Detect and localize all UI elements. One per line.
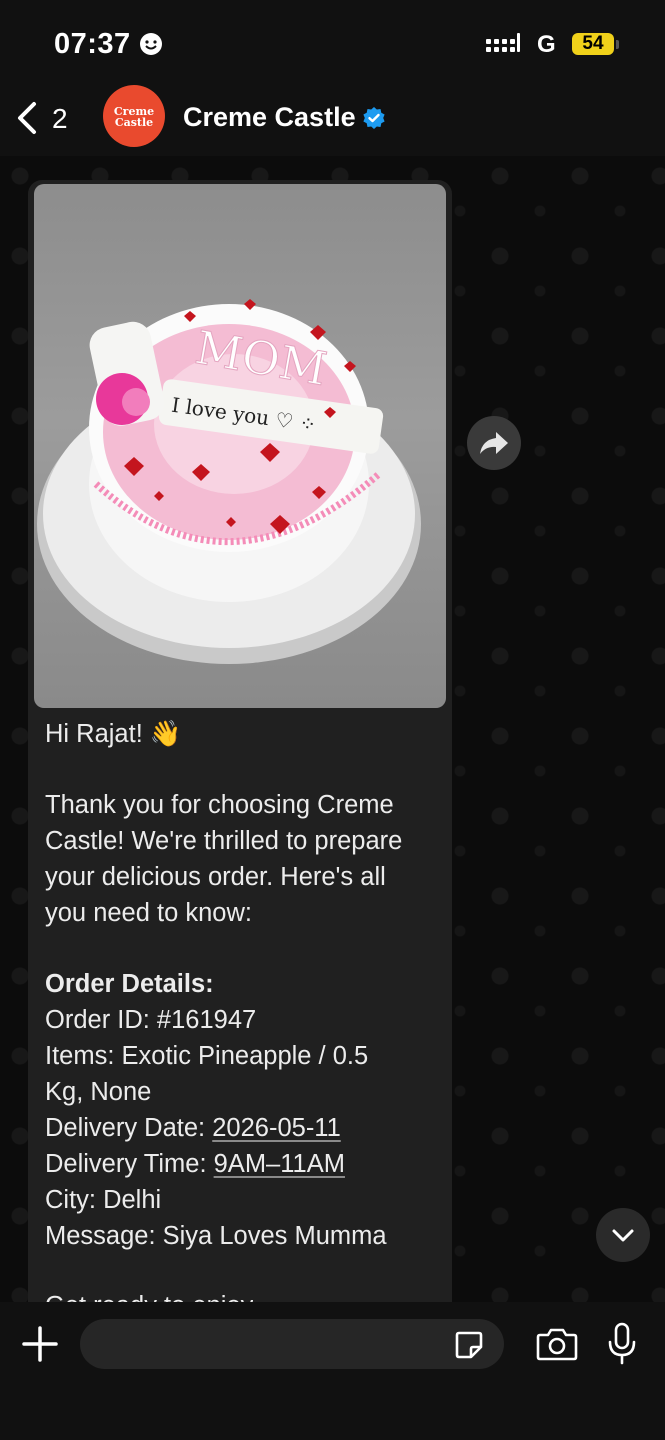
sticker-icon	[455, 1331, 483, 1359]
cake-photo[interactable]: MOM I love you ♡ ⁘	[34, 184, 446, 708]
plus-icon	[22, 1326, 58, 1362]
delivery-date-label: Delivery Date:	[45, 1114, 213, 1142]
attach-button[interactable]	[20, 1324, 60, 1364]
intro-line: you need to know:	[45, 899, 252, 927]
chevron-left-icon	[18, 102, 36, 134]
order-id: Order ID: #161947	[45, 1006, 257, 1034]
back-button[interactable]	[12, 98, 42, 138]
chat-header: 2 Creme Castle Creme Castle	[0, 84, 665, 156]
smiley-icon	[139, 32, 163, 56]
delivery-date-row: Delivery Date: 2026-05-11	[45, 1110, 445, 1146]
intro-line: your delicious order. Here's all	[45, 863, 386, 891]
forward-icon	[480, 432, 508, 454]
forward-button[interactable]	[467, 416, 521, 470]
greeting-line: Hi Rajat! 👋	[45, 720, 182, 748]
unread-count[interactable]: 2	[52, 103, 68, 135]
delivery-time-row: Delivery Time: 9AM–11AM	[45, 1146, 445, 1182]
status-bar: 07:37 G 54	[0, 0, 665, 84]
order-details-heading: Order Details:	[45, 970, 214, 998]
message-input[interactable]	[80, 1319, 504, 1369]
verified-badge-icon	[362, 106, 386, 130]
sticker-button[interactable]	[453, 1329, 485, 1361]
status-time: 07:37	[54, 28, 131, 60]
contact-name[interactable]: Creme Castle	[183, 102, 356, 133]
avatar[interactable]: Creme Castle	[103, 85, 165, 147]
microphone-button[interactable]	[607, 1322, 637, 1366]
battery-indicator: 54	[572, 33, 614, 55]
delivery-time-link[interactable]: 9AM–11AM	[214, 1150, 345, 1178]
battery-nub	[616, 40, 619, 49]
chevron-down-icon	[612, 1229, 634, 1242]
items-line-continued: Kg, None	[45, 1078, 152, 1106]
delivery-time-label: Delivery Time:	[45, 1150, 214, 1178]
gift-message-line: Message: Siya Loves Mumma	[45, 1222, 387, 1250]
camera-button[interactable]	[536, 1326, 578, 1362]
avatar-text-bottom: Castle	[114, 116, 154, 129]
signal-icon	[486, 33, 520, 57]
message-composer	[0, 1302, 665, 1440]
microphone-icon	[608, 1322, 636, 1365]
chat-area[interactable]: MOM I love you ♡ ⁘ Hi Rajat! 👋 Thank you…	[0, 156, 665, 1310]
items-line: Items: Exotic Pineapple / 0.5	[45, 1042, 369, 1070]
cake-image: MOM I love you ♡ ⁘	[37, 299, 421, 664]
intro-line: Castle! We're thrilled to prepare	[45, 827, 403, 855]
scroll-to-bottom-button[interactable]	[596, 1208, 650, 1262]
network-type: G	[537, 31, 556, 58]
city-line: City: Delhi	[45, 1186, 162, 1214]
intro-line: Thank you for choosing Creme	[45, 791, 394, 819]
message-text: Hi Rajat! 👋 Thank you for choosing Creme…	[45, 716, 445, 1254]
cut-off-line: Get ready to enjoy	[45, 1288, 253, 1302]
camera-icon	[536, 1328, 578, 1361]
message-bubble[interactable]: MOM I love you ♡ ⁘ Hi Rajat! 👋 Thank you…	[28, 180, 452, 1310]
delivery-date-link[interactable]: 2026-05-11	[212, 1114, 341, 1142]
